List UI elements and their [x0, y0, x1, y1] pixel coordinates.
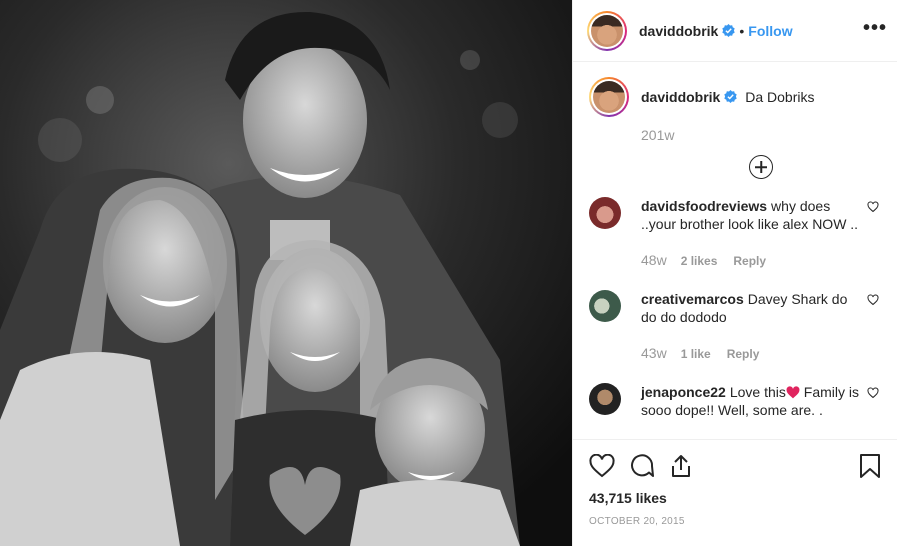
comment-text: Love this [729, 384, 786, 400]
commenter-avatar[interactable] [589, 290, 621, 322]
comment-item: creativemarcos Davey Shark do do do dodod… [589, 290, 881, 363]
post-actions: 43,715 likes October 20, 2015 [573, 439, 897, 527]
comment-timestamp: 43w [641, 345, 667, 361]
separator-dot: • [739, 22, 745, 39]
post-header: daviddobrik • Follow ••• [573, 0, 897, 62]
comment-item: jenaponce22 Love this Family is sooo dope… [589, 383, 881, 419]
more-options-button[interactable]: ••• [863, 18, 887, 38]
red-heart-emoji-icon [786, 386, 800, 399]
caption-avatar[interactable] [589, 77, 629, 117]
like-comment-heart-icon[interactable] [867, 294, 879, 306]
caption-text: Da Dobriks [745, 89, 815, 105]
post-date: October 20, 2015 [589, 516, 685, 527]
caption-timestamp: 201w [641, 127, 675, 143]
comment-username[interactable]: davidsfoodreviews [641, 198, 767, 214]
like-count[interactable]: 43,715 likes [589, 490, 881, 506]
comment-username[interactable]: jenaponce22 [641, 384, 726, 400]
comment-timestamp: 48w [641, 252, 667, 268]
comment-likes[interactable]: 2 likes [681, 252, 718, 270]
comment-username[interactable]: creativemarcos [641, 291, 744, 307]
share-icon[interactable] [669, 453, 693, 479]
commenter-avatar[interactable] [589, 383, 621, 415]
post-photo[interactable] [0, 0, 572, 546]
heart-icon[interactable] [589, 454, 615, 478]
reply-button[interactable]: Reply [727, 345, 760, 363]
plus-circle-icon[interactable] [749, 155, 773, 179]
post-side-panel: daviddobrik • Follow ••• daviddobrik Da … [572, 0, 897, 546]
bookmark-icon[interactable] [859, 453, 881, 479]
post-caption: daviddobrik Da Dobriks [589, 63, 881, 117]
comment-bubble-icon[interactable] [629, 454, 655, 478]
comments-list[interactable]: daviddobrik Da Dobriks 201w davidsfoodre… [573, 63, 897, 439]
author-avatar[interactable] [587, 10, 627, 51]
comment-likes[interactable]: 1 like [681, 345, 711, 363]
verified-badge-icon [724, 90, 738, 103]
like-comment-heart-icon[interactable] [867, 387, 879, 399]
reply-button[interactable]: Reply [733, 252, 766, 270]
caption-username[interactable]: daviddobrik [641, 89, 720, 105]
follow-button[interactable]: Follow [748, 23, 792, 39]
verified-badge-icon [722, 24, 736, 37]
author-username[interactable]: daviddobrik [639, 23, 718, 39]
load-more-comments[interactable] [641, 155, 881, 179]
like-comment-heart-icon[interactable] [867, 201, 879, 213]
commenter-avatar[interactable] [589, 197, 621, 229]
family-photo-image [0, 0, 572, 546]
comment-item: davidsfoodreviews why does ..your brother… [589, 197, 881, 270]
